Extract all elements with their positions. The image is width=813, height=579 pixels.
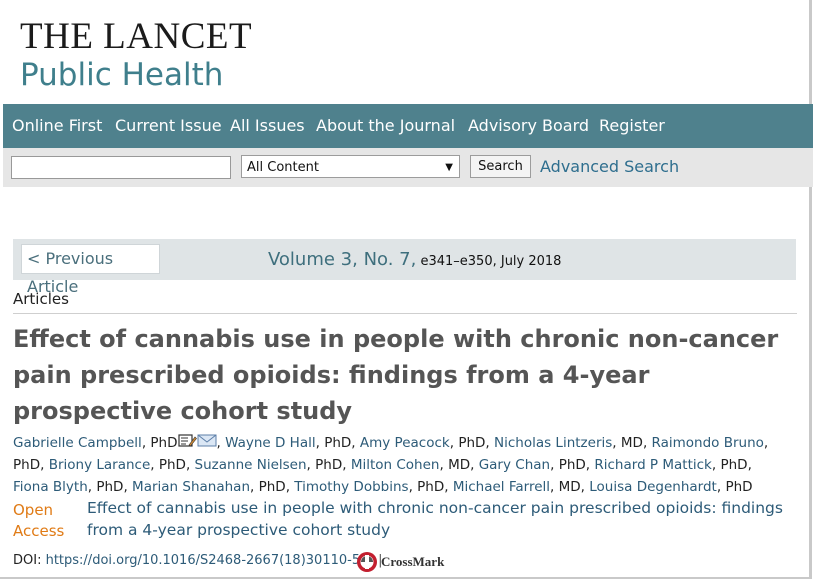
crossmark-icon[interactable] bbox=[356, 551, 378, 577]
author-degree: PhD bbox=[158, 457, 186, 473]
author-degree: PhD bbox=[458, 435, 486, 451]
author-degree: PhD bbox=[725, 479, 753, 495]
email-icon[interactable] bbox=[197, 432, 217, 454]
author-name[interactable]: Raimondo Bruno bbox=[652, 435, 764, 451]
edit-note-icon[interactable] bbox=[177, 432, 197, 454]
author-name[interactable]: Richard P Mattick bbox=[594, 457, 712, 473]
author-degree: MD bbox=[620, 435, 643, 451]
author-name[interactable]: Michael Farrell bbox=[453, 479, 550, 495]
nav-all-issues[interactable]: All Issues bbox=[230, 104, 305, 148]
author-name[interactable]: Louisa Degenhardt bbox=[589, 479, 717, 495]
doi-label: DOI: bbox=[13, 553, 46, 568]
advanced-search-link[interactable]: Advanced Search bbox=[540, 148, 679, 185]
author-degree: PhD bbox=[417, 479, 445, 495]
author-degree: PhD bbox=[324, 435, 352, 451]
article-title: Effect of cannabis use in people with ch… bbox=[13, 325, 779, 425]
author-name[interactable]: Marian Shanahan bbox=[132, 479, 250, 495]
search-input[interactable] bbox=[11, 156, 231, 179]
logo-line-2: Public Health bbox=[20, 57, 224, 93]
open-access-badge: Open Access bbox=[13, 500, 73, 542]
issue-bar: < Previous Article Volume 3, No. 7, e341… bbox=[13, 239, 796, 296]
section-label: Articles bbox=[13, 290, 69, 308]
search-bar: All Content ▼ Search Advanced Search bbox=[3, 148, 813, 187]
dropdown-arrow-icon: ▼ bbox=[445, 162, 453, 173]
author-degree: MD bbox=[448, 457, 471, 473]
journal-logo[interactable]: THE LANCET Public Health bbox=[20, 18, 252, 93]
nav-advisory-board[interactable]: Advisory Board bbox=[468, 104, 589, 148]
logo-line-1: THE LANCET bbox=[20, 16, 253, 57]
author-name[interactable]: Nicholas Lintzeris bbox=[494, 435, 612, 451]
nav-current-issue[interactable]: Current Issue bbox=[115, 104, 222, 148]
author-degree: PhD bbox=[258, 479, 286, 495]
page-range: e341–e350, July 2018 bbox=[416, 254, 562, 269]
author-degree: MD bbox=[558, 479, 581, 495]
nav-online-first[interactable]: Online First bbox=[12, 104, 102, 148]
volume-link[interactable]: Volume 3, No. 7, bbox=[268, 249, 416, 270]
author-name[interactable]: Briony Larance bbox=[49, 457, 151, 473]
author-name[interactable]: Fiona Blyth bbox=[13, 479, 88, 495]
author-degree: PhD bbox=[720, 457, 748, 473]
author-name[interactable]: Milton Cohen bbox=[351, 457, 440, 473]
open-access-title-link[interactable]: Effect of cannabis use in people with ch… bbox=[87, 497, 787, 541]
search-button[interactable]: Search bbox=[470, 155, 531, 178]
author-degree: PhD bbox=[150, 435, 178, 451]
author-name[interactable]: Suzanne Nielsen bbox=[195, 457, 307, 473]
nav-about-journal[interactable]: About the Journal bbox=[316, 104, 455, 148]
issue-info: Volume 3, No. 7, e341–e350, July 2018 bbox=[268, 239, 561, 282]
crossmark-label[interactable]: CrossMark bbox=[381, 554, 444, 570]
author-degree: PhD bbox=[13, 457, 41, 473]
divider bbox=[13, 313, 797, 314]
author-name[interactable]: Gary Chan bbox=[479, 457, 550, 473]
previous-article-button[interactable]: < Previous Article bbox=[21, 244, 160, 296]
content-select[interactable]: All Content ▼ bbox=[241, 155, 460, 178]
author-degree: PhD bbox=[315, 457, 343, 473]
open-access-label: Open Access bbox=[13, 501, 65, 540]
author-name[interactable]: Wayne D Hall bbox=[225, 435, 316, 451]
doi-link[interactable]: https://doi.org/10.1016/S2468-2667(18)30… bbox=[46, 553, 361, 568]
author-degree: PhD bbox=[96, 479, 124, 495]
author-name[interactable]: Gabrielle Campbell bbox=[13, 435, 142, 451]
author-name[interactable]: Amy Peacock bbox=[360, 435, 450, 451]
content-select-value: All Content bbox=[247, 160, 319, 175]
author-list: Gabrielle Campbell, PhD, Wayne D Hall, P… bbox=[13, 432, 788, 498]
doi-line: DOI: https://doi.org/10.1016/S2468-2667(… bbox=[13, 553, 395, 568]
author-name[interactable]: Timothy Dobbins bbox=[294, 479, 408, 495]
main-nav: Online First Current Issue All Issues Ab… bbox=[3, 104, 813, 148]
nav-register[interactable]: Register bbox=[599, 104, 665, 148]
author-degree: PhD bbox=[558, 457, 586, 473]
